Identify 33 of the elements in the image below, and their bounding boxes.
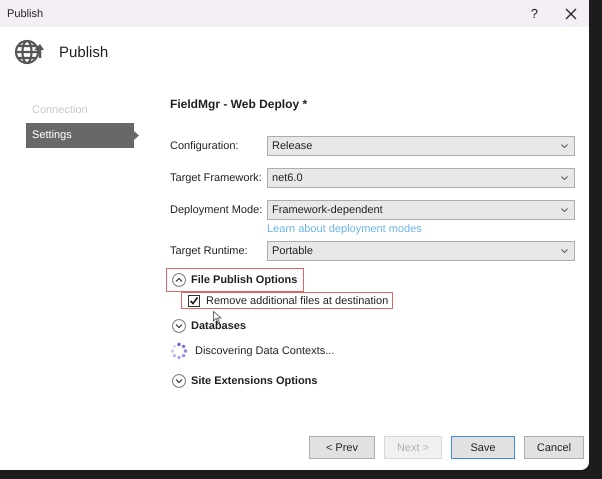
globe-icon [14, 38, 44, 66]
dialog-button[interactable]: Cancel [524, 436, 584, 459]
chevron-down-icon [561, 208, 568, 212]
spinner-icon [170, 342, 188, 360]
option-label: Remove additional files at destination [206, 294, 388, 306]
checkbox-option[interactable]: Remove additional files at destination [181, 292, 394, 309]
section-header[interactable]: Site Extensions Options [166, 369, 325, 393]
dropdown[interactable]: Framework-dependent [267, 200, 575, 220]
checkbox[interactable] [188, 294, 200, 306]
section-header[interactable]: File Publish Options [166, 268, 304, 292]
expand-icon [172, 319, 186, 333]
field-label: Target Framework: [170, 172, 263, 184]
help-button[interactable]: ? [528, 6, 540, 21]
dialog-button[interactable]: Save [451, 436, 515, 459]
chevron-down-icon [561, 144, 568, 148]
expand-icon [172, 374, 186, 388]
section-header[interactable]: Databases [166, 314, 254, 338]
profile-title: FieldMgr - Web Deploy * [170, 96, 308, 112]
chevron-down-icon [561, 176, 568, 180]
dropdown[interactable]: Portable [267, 241, 575, 261]
field-label: Configuration: [170, 140, 240, 152]
window-title: Publish [7, 8, 44, 20]
collapse-icon [172, 273, 186, 287]
field-label: Target Runtime: [170, 245, 249, 257]
close-icon[interactable] [565, 8, 577, 20]
dropdown[interactable]: net6.0 [267, 168, 575, 188]
field-label: Deployment Mode: [170, 204, 264, 216]
dialog-button[interactable]: < Prev [309, 436, 375, 459]
chevron-down-icon [561, 249, 568, 253]
dropdown[interactable]: Release [267, 136, 575, 156]
header-title: Publish [59, 44, 108, 60]
status-text: Discovering Data Contexts... [195, 345, 334, 357]
sidebar-item[interactable]: Settings [26, 123, 139, 148]
